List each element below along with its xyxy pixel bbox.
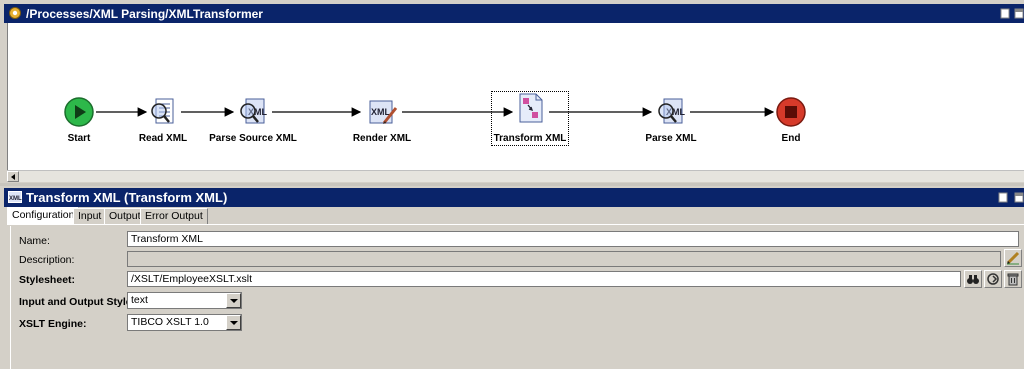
- process-window: /Processes/XML Parsing/XMLTransformer St…: [0, 0, 1024, 183]
- io-style-select[interactable]: text: [127, 292, 242, 309]
- tab-error-output[interactable]: Error Output: [140, 208, 208, 224]
- pencil-icon: [1006, 251, 1020, 265]
- chevron-down-icon[interactable]: [226, 293, 241, 308]
- node-label: Parse Source XML: [209, 133, 297, 144]
- go-to-resource-button[interactable]: [984, 270, 1002, 288]
- description-input[interactable]: [127, 251, 1001, 267]
- render-xml-icon: XML: [369, 100, 398, 124]
- goto-icon: [987, 273, 999, 285]
- name-input[interactable]: Transform XML: [127, 231, 1019, 247]
- xslt-engine-label: XSLT Engine:: [19, 318, 87, 330]
- chevron-down-icon[interactable]: [226, 315, 241, 330]
- edit-description-button[interactable]: [1004, 249, 1022, 267]
- properties-panel: XML Transform XML (Transform XML) Config…: [0, 186, 1024, 369]
- node-label: Parse XML: [645, 133, 697, 144]
- properties-title: Transform XML (Transform XML): [26, 190, 228, 205]
- svg-text:XML: XML: [371, 107, 391, 117]
- restore-icon[interactable]: [998, 192, 1008, 203]
- xml-activity-icon: XML: [8, 191, 22, 203]
- stylesheet-label: Stylesheet:: [19, 274, 76, 286]
- parse-xml-icon: XML: [658, 98, 686, 124]
- name-label: Name:: [19, 235, 50, 247]
- maximize-icon[interactable]: [1014, 192, 1024, 203]
- clear-stylesheet-button[interactable]: [1004, 270, 1022, 288]
- transform-xml-icon: [519, 93, 543, 123]
- trash-icon: [1007, 273, 1019, 286]
- node-label: End: [781, 133, 801, 144]
- xslt-engine-value: TIBCO XSLT 1.0: [131, 316, 209, 328]
- end-icon: [776, 97, 806, 127]
- scroll-left-arrow-icon[interactable]: [7, 171, 19, 182]
- parse-xml-icon: XML: [240, 98, 268, 124]
- start-icon: [64, 97, 94, 127]
- svg-text:XML: XML: [9, 196, 22, 202]
- configuration-form: Name: Transform XML Description: Stylesh…: [10, 226, 1024, 369]
- tab-configuration[interactable]: Configuration: [7, 207, 80, 224]
- tab-divider: [7, 224, 1024, 225]
- io-style-value: text: [131, 294, 148, 306]
- read-xml-icon: [151, 98, 174, 124]
- node-label: Render XML: [352, 133, 412, 144]
- browse-stylesheet-button[interactable]: [964, 270, 982, 288]
- node-label: Transform XML: [493, 133, 567, 144]
- xslt-engine-select[interactable]: TIBCO XSLT 1.0: [127, 314, 242, 331]
- io-style-label: Input and Output Style:: [19, 296, 136, 308]
- binoculars-icon: [967, 275, 979, 284]
- canvas-horizontal-scrollbar[interactable]: [7, 170, 1024, 182]
- properties-titlebar: XML Transform XML (Transform XML): [4, 188, 1024, 207]
- description-label: Description:: [19, 254, 75, 266]
- tab-input[interactable]: Input: [73, 208, 107, 224]
- stylesheet-input[interactable]: /XSLT/EmployeeXSLT.xslt: [127, 271, 961, 287]
